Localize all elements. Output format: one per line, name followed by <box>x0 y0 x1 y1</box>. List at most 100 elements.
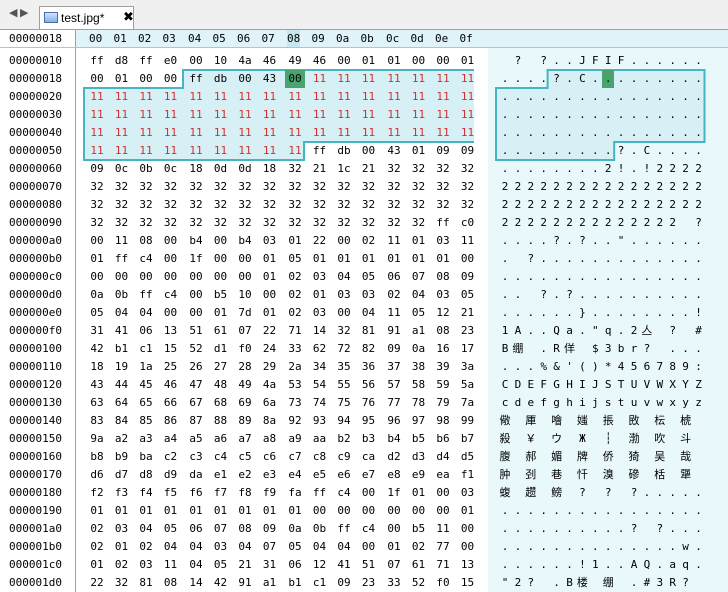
ascii-char[interactable]: D <box>512 376 524 394</box>
hex-byte[interactable]: 02 <box>285 268 305 286</box>
hex-byte[interactable]: 10 <box>235 286 255 304</box>
hex-byte[interactable]: 01 <box>384 538 404 556</box>
ascii-char[interactable]: 2 <box>654 178 666 196</box>
ascii-char[interactable]: . <box>538 502 550 520</box>
hex-byte[interactable]: 11 <box>186 106 206 124</box>
hex-byte[interactable]: e4 <box>285 466 305 484</box>
hex-byte[interactable]: f8 <box>235 484 255 502</box>
hex-byte[interactable]: 15 <box>161 340 181 358</box>
hex-byte[interactable]: 18 <box>186 160 206 178</box>
ascii-char[interactable]: . <box>564 70 576 88</box>
ascii-char[interactable]: ￥ <box>525 430 537 448</box>
ascii-char[interactable]: 2 <box>615 196 627 214</box>
hex-byte[interactable]: a7 <box>235 430 255 448</box>
hex-byte[interactable]: 04 <box>409 286 429 304</box>
hex-byte[interactable]: 00 <box>409 52 429 70</box>
hex-byte[interactable]: 01 <box>334 250 354 268</box>
ascii-char[interactable]: 5 <box>628 358 640 376</box>
hex-byte[interactable]: 32 <box>112 214 132 232</box>
ascii-char[interactable]: . <box>654 88 666 106</box>
ascii-char[interactable]: R <box>667 574 679 592</box>
hex-byte[interactable]: 07 <box>384 556 404 574</box>
hex-byte[interactable]: 11 <box>161 142 181 160</box>
hex-byte[interactable]: 32 <box>384 196 404 214</box>
hex-byte[interactable]: 01 <box>384 52 404 70</box>
ascii-char[interactable]: . <box>551 538 563 556</box>
hex-byte[interactable]: 32 <box>186 196 206 214</box>
hex-byte[interactable]: 00 <box>334 502 354 520</box>
hex-byte[interactable]: b2 <box>334 430 354 448</box>
ascii-char[interactable]: J <box>576 52 588 70</box>
hex-byte[interactable]: 46 <box>161 376 181 394</box>
hex-byte[interactable]: 00 <box>433 502 453 520</box>
ascii-char[interactable]: . <box>615 286 627 304</box>
ascii-char[interactable]: . <box>602 106 614 124</box>
ascii-char[interactable]: 2 <box>512 574 524 592</box>
ascii-char[interactable]: . <box>589 70 601 88</box>
ascii-char[interactable]: 2 <box>551 214 563 232</box>
ascii-char[interactable]: 儆 <box>499 412 511 430</box>
hex-pane[interactable]: ff d8 ff e0 00 10 4a 46 49 46 00 01 01 00 00 01 00 01 00 00… <box>77 48 477 592</box>
hex-byte[interactable]: 01 <box>409 232 429 250</box>
ascii-char[interactable]: ┆ <box>602 430 614 448</box>
hex-byte[interactable]: b3 <box>359 430 379 448</box>
ascii-char[interactable]: . <box>602 502 614 520</box>
ascii-pane[interactable]: ? ?.. J F I F..........?. C..................… <box>488 48 728 592</box>
hex-byte[interactable]: 2a <box>285 358 305 376</box>
hex-byte[interactable]: 00 <box>384 520 404 538</box>
hex-byte[interactable]: 02 <box>87 520 107 538</box>
hex-byte[interactable]: d8 <box>136 466 156 484</box>
hex-byte[interactable]: 38 <box>409 358 429 376</box>
ascii-char[interactable]: 2 <box>551 196 563 214</box>
hex-byte[interactable]: 32 <box>186 214 206 232</box>
ascii-char[interactable]: . <box>512 142 524 160</box>
ascii-char[interactable]: . <box>564 304 576 322</box>
hex-byte[interactable]: 25 <box>161 358 181 376</box>
hex-byte[interactable]: c1 <box>136 340 156 358</box>
ascii-char[interactable]: I <box>576 376 588 394</box>
hex-byte[interactable]: 00 <box>136 268 156 286</box>
hex-byte[interactable]: 11 <box>334 124 354 142</box>
ascii-char[interactable]: J <box>589 376 601 394</box>
ascii-char[interactable]: ウ <box>551 430 563 448</box>
ascii-char[interactable]: 2 <box>564 196 576 214</box>
hex-byte[interactable]: b9 <box>112 448 132 466</box>
ascii-char[interactable]: . <box>589 538 601 556</box>
ascii-char[interactable]: r <box>628 340 640 358</box>
ascii-char[interactable]: 2 <box>641 196 653 214</box>
ascii-char[interactable]: . <box>564 232 576 250</box>
ascii-char[interactable]: . <box>693 484 705 502</box>
ascii-char[interactable]: 2 <box>538 196 550 214</box>
tab-test-jpg[interactable]: test.jpg* ✖ <box>39 6 134 29</box>
hex-byte[interactable]: 04 <box>136 520 156 538</box>
hex-byte[interactable]: 11 <box>433 88 453 106</box>
hex-byte[interactable]: 45 <box>136 376 156 394</box>
ascii-char[interactable]: . <box>628 232 640 250</box>
hex-byte[interactable]: 19 <box>112 358 132 376</box>
ascii-char[interactable]: . <box>525 520 537 538</box>
ascii-char[interactable]: 哉 <box>680 448 692 466</box>
hex-byte[interactable]: 32 <box>409 178 429 196</box>
hex-byte[interactable]: 58 <box>409 376 429 394</box>
hex-byte[interactable]: 11 <box>384 88 404 106</box>
ascii-char[interactable]: e <box>525 394 537 412</box>
ascii-char[interactable]: . <box>654 232 666 250</box>
ascii-char[interactable]: . <box>551 124 563 142</box>
hex-byte[interactable]: 11 <box>310 106 330 124</box>
hex-byte[interactable]: 21 <box>359 160 379 178</box>
ascii-char[interactable]: . <box>693 250 705 268</box>
ascii-char[interactable]: . <box>680 52 692 70</box>
ascii-char[interactable]: 媸 <box>576 412 588 430</box>
ascii-char[interactable]: 2 <box>589 214 601 232</box>
hex-byte[interactable]: 18 <box>260 160 280 178</box>
ascii-char[interactable]: . <box>525 304 537 322</box>
ascii-char[interactable]: . <box>551 502 563 520</box>
hex-byte[interactable]: 01 <box>310 250 330 268</box>
hex-byte[interactable]: 85 <box>136 412 156 430</box>
hex-byte[interactable]: 01 <box>87 556 107 574</box>
hex-byte[interactable]: 44 <box>112 376 132 394</box>
ascii-char[interactable]: . <box>654 502 666 520</box>
ascii-char[interactable]: . <box>499 538 511 556</box>
hex-byte[interactable]: e7 <box>359 466 379 484</box>
ascii-char[interactable]: V <box>641 376 653 394</box>
